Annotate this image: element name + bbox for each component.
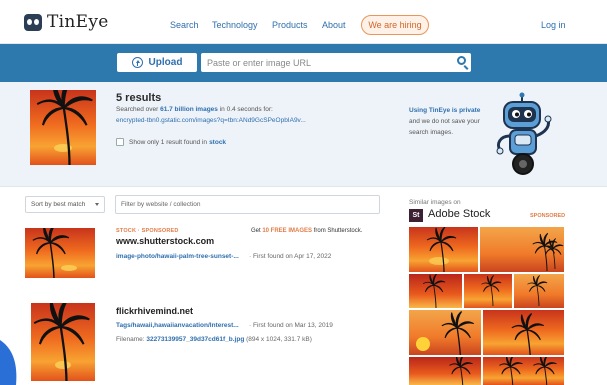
- result-found-date: · First found on Apr 17, 2022: [249, 253, 332, 260]
- promo-suffix: from Shutterstock.: [312, 228, 363, 234]
- filename-label: Filename:: [116, 336, 145, 343]
- similar-image-graphic: [409, 274, 462, 308]
- logo-text: TinEye: [47, 12, 109, 32]
- results-count: 5 results: [116, 92, 162, 104]
- show-one-label: Show only 1 result found in: [129, 138, 208, 146]
- sort-dropdown[interactable]: Sort by best match: [25, 196, 105, 213]
- promo-highlight: 10 FREE IMAGES: [262, 228, 313, 234]
- similar-image[interactable]: [409, 357, 481, 385]
- result-domain[interactable]: www.shutterstock.com: [116, 236, 214, 246]
- searched-count: 61.7 billion images: [160, 106, 218, 113]
- similar-image[interactable]: [464, 274, 512, 308]
- privacy-note: Using TinEye is private and we do not sa…: [409, 105, 489, 138]
- adobe-stock-title[interactable]: Adobe Stock: [428, 208, 490, 220]
- searched-suffix: in 0.4 seconds for:: [217, 106, 273, 113]
- query-url-link[interactable]: encrypted-tbn0.gstatic.com/images?q=tbn:…: [116, 117, 306, 124]
- result-thumbnail[interactable]: [31, 303, 95, 381]
- query-image-thumbnail: [30, 90, 96, 165]
- similar-images-label: Similar images on: [409, 199, 461, 206]
- tineye-robot-icon: [24, 13, 42, 31]
- upload-arrow-icon: [131, 57, 143, 68]
- similar-image-graphic: [480, 227, 564, 272]
- similar-image-graphic: [409, 357, 481, 385]
- result-path-link[interactable]: image-photo/hawaii-palm-tree-sunset-...: [116, 253, 239, 260]
- similar-image-graphic: [409, 310, 481, 355]
- search-icon[interactable]: [457, 56, 466, 65]
- similar-image[interactable]: [409, 274, 462, 308]
- sort-label: Sort by best match: [31, 201, 86, 208]
- promo-prefix: Get: [251, 228, 263, 234]
- similar-image[interactable]: [483, 357, 564, 385]
- show-one-checkbox[interactable]: [116, 138, 124, 146]
- search-bar: Upload: [0, 44, 607, 82]
- nav-about-link[interactable]: About: [322, 20, 346, 30]
- similar-image-graphic: [514, 274, 564, 308]
- decorative-corner-shape: [0, 340, 17, 385]
- result-filename: Filename: 32273139957_39d37cd61f_b.jpg (…: [116, 336, 312, 343]
- similar-image-graphic: [409, 227, 478, 272]
- website-filter-input[interactable]: [115, 195, 380, 214]
- searched-prefix: Searched over: [116, 106, 161, 113]
- similar-image[interactable]: [409, 310, 481, 355]
- image-url-input[interactable]: [201, 53, 471, 72]
- nav-products-link[interactable]: Products: [272, 20, 308, 30]
- result-path-link[interactable]: Tags/hawaii,hawaiianvacation/Interest...: [116, 322, 239, 329]
- searched-info: Searched over 61.7 billion images in 0.4…: [116, 106, 273, 113]
- show-one-filter[interactable]: Show only 1 result found in stock: [116, 138, 226, 146]
- tineye-logo[interactable]: TinEye: [24, 12, 109, 32]
- file-meta: (894 x 1024, 331.7 kB): [244, 336, 312, 343]
- privacy-link[interactable]: Using TinEye is private: [409, 107, 480, 114]
- result-thumbnail[interactable]: [25, 228, 95, 278]
- similar-image[interactable]: [483, 310, 564, 355]
- sponsored-tag: SPONSORED: [530, 213, 566, 219]
- stock-link[interactable]: stock: [209, 139, 226, 146]
- similar-image[interactable]: [480, 227, 564, 272]
- adobe-stock-logo: St: [409, 209, 423, 222]
- hiring-button[interactable]: We are hiring: [361, 15, 429, 35]
- privacy-text: and we do not save your search images.: [409, 118, 480, 136]
- similar-image-graphic: [483, 357, 564, 385]
- similar-image[interactable]: [409, 227, 478, 272]
- result-domain[interactable]: flickrhivemind.net: [116, 306, 193, 316]
- result-found-date: · First found on Mar 13, 2019: [249, 322, 333, 329]
- similar-image-graphic: [464, 274, 512, 308]
- upload-button[interactable]: Upload: [117, 53, 197, 72]
- top-nav: TinEye Search Technology Products About …: [0, 0, 607, 44]
- similar-image[interactable]: [514, 274, 564, 308]
- chevron-down-icon: [95, 203, 99, 206]
- nav-technology-link[interactable]: Technology: [212, 20, 258, 30]
- nav-search-link[interactable]: Search: [170, 20, 199, 30]
- tineye-robot-mascot: [496, 92, 552, 175]
- upload-label: Upload: [148, 57, 183, 68]
- free-images-promo[interactable]: Get 10 FREE IMAGES from Shutterstock.: [251, 228, 362, 234]
- login-link[interactable]: Log in: [541, 20, 566, 30]
- similar-image-graphic: [483, 310, 564, 355]
- filename-link[interactable]: 32273139957_39d37cd61f_b.jpg: [146, 336, 244, 343]
- sponsored-tag: STOCK · SPONSORED: [116, 228, 179, 234]
